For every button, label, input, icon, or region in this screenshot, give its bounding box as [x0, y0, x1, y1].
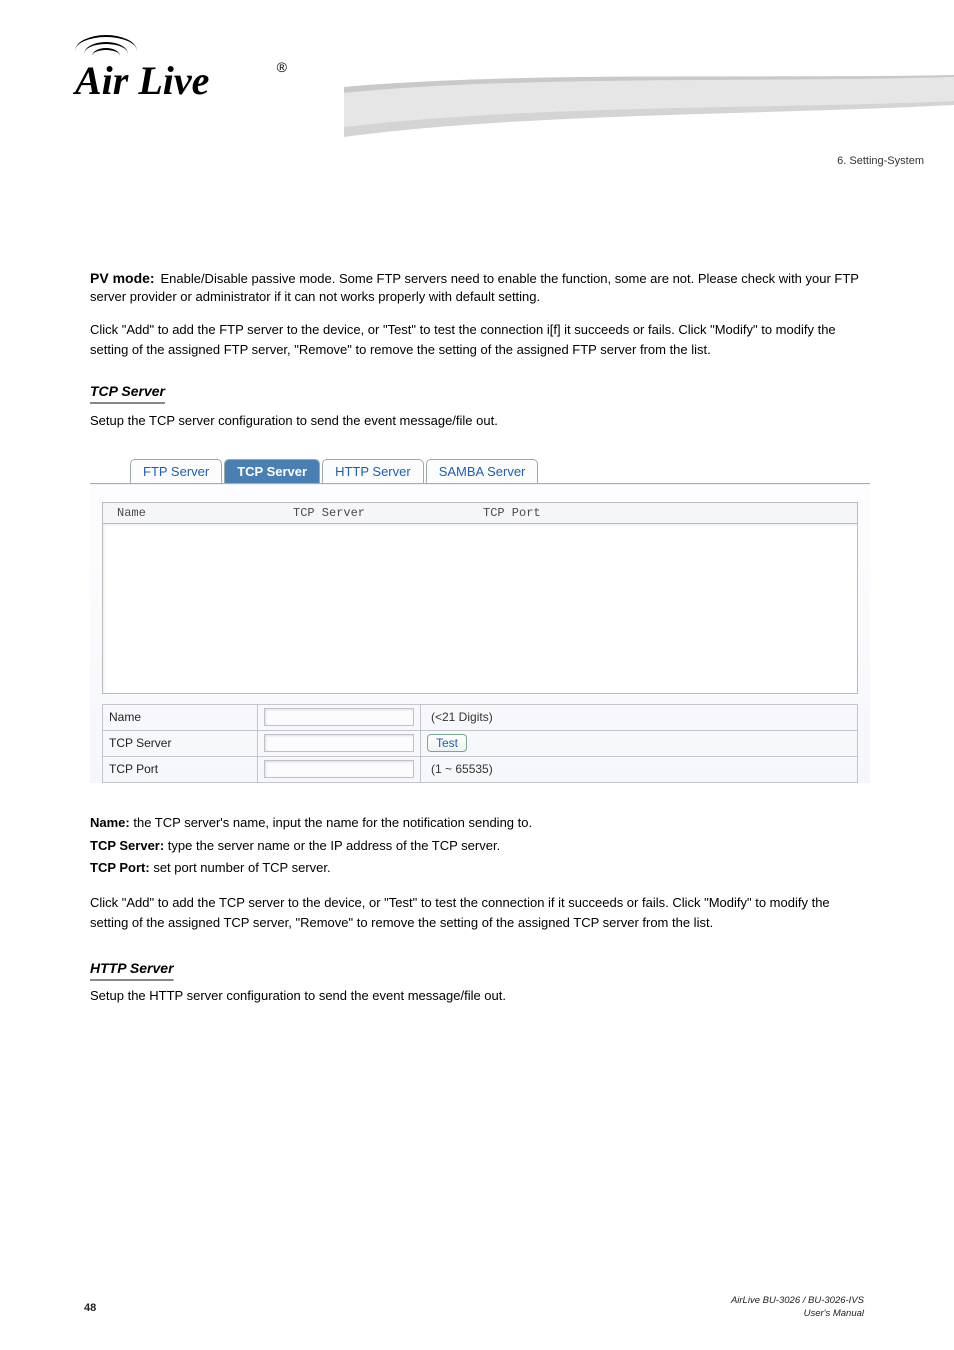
tcp-server-panel-screenshot: FTP Server TCP Server HTTP Server SAMBA …	[90, 459, 870, 783]
name-hint-cell: (<21 Digits)	[421, 704, 858, 730]
tcp-server-desc-label: TCP Server:	[90, 838, 164, 853]
tcp-server-label: TCP Server	[103, 730, 258, 756]
tcp-click-add-text: Click "Add" to add the TCP server to the…	[90, 893, 865, 932]
test-button[interactable]: Test	[427, 734, 467, 752]
tab-tcp-server[interactable]: TCP Server	[224, 459, 320, 483]
tcp-port-desc-label: TCP Port:	[90, 860, 150, 875]
tcp-server-heading: TCP Server	[90, 383, 865, 399]
tcp-port-desc: TCP Port: set port number of TCP server.	[90, 858, 865, 879]
name-desc-label: Name:	[90, 815, 130, 830]
tcp-port-value-cell	[258, 756, 421, 782]
name-input[interactable]	[264, 708, 414, 726]
tcp-server-action-cell: Test	[421, 730, 858, 756]
server-list-header: Name TCP Server TCP Port	[102, 502, 858, 524]
tab-ftp-server[interactable]: FTP Server	[130, 459, 222, 483]
http-server-heading: HTTP Server	[90, 960, 865, 976]
ftp-click-add-text: Click "Add" to add the FTP server to the…	[90, 320, 865, 359]
pv-mode-label: PV mode:	[90, 270, 155, 286]
http-setup-text: Setup the HTTP server configuration to s…	[90, 986, 865, 1006]
table-row: TCP Port (1 ~ 65535)	[103, 756, 858, 782]
tcp-server-value-cell	[258, 730, 421, 756]
pv-mode-desc: PV mode: Enable/Disable passive mode. So…	[90, 270, 865, 306]
footer-model-info: AirLive BU-3026 / BU-3026-IVS User's Man…	[731, 1295, 864, 1320]
col-tcp-port: TCP Port	[483, 506, 683, 520]
name-label: Name	[103, 704, 258, 730]
server-list-body[interactable]	[102, 524, 858, 694]
page-number: 48	[84, 1302, 96, 1314]
name-desc: Name: the TCP server's name, input the n…	[90, 813, 865, 834]
col-tcp-server: TCP Server	[293, 506, 483, 520]
page-header: Air Live ®	[0, 0, 954, 140]
tcp-port-hint: (1 ~ 65535)	[431, 762, 493, 776]
tcp-server-desc-text: type the server name or the IP address o…	[164, 838, 500, 853]
airlive-logo: Air Live ®	[75, 35, 275, 95]
name-hint: (<21 Digits)	[431, 710, 493, 724]
main-content: PV mode: Enable/Disable passive mode. So…	[90, 270, 865, 1006]
registered-icon: ®	[277, 59, 287, 75]
tcp-port-desc-text: set port number of TCP server.	[150, 860, 331, 875]
name-value-cell	[258, 704, 421, 730]
name-desc-text: the TCP server's name, input the name fo…	[130, 815, 532, 830]
table-row: TCP Server Test	[103, 730, 858, 756]
footer-model: AirLive BU-3026 / BU-3026-IVS	[731, 1295, 864, 1307]
tcp-server-input[interactable]	[264, 734, 414, 752]
pv-mode-text: Enable/Disable passive mode. Some FTP se…	[90, 271, 859, 304]
footer-manual: User's Manual	[731, 1308, 864, 1320]
chapter-heading: 6. Setting-System	[837, 155, 924, 167]
tcp-field-descriptions: Name: the TCP server's name, input the n…	[90, 813, 865, 879]
tcp-tab-panel: Name TCP Server TCP Port Name (<21 Digit…	[90, 483, 870, 783]
header-swoosh	[344, 75, 954, 145]
tcp-form-table: Name (<21 Digits) TCP Server Test	[102, 704, 858, 783]
tab-samba-server[interactable]: SAMBA Server	[426, 459, 539, 483]
tab-http-server[interactable]: HTTP Server	[322, 459, 424, 483]
tcp-server-desc: TCP Server: type the server name or the …	[90, 836, 865, 857]
server-tabs: FTP Server TCP Server HTTP Server SAMBA …	[130, 459, 870, 483]
logo-text: Air Live	[75, 58, 209, 103]
col-name: Name	[103, 506, 293, 520]
tcp-port-label: TCP Port	[103, 756, 258, 782]
tcp-port-input[interactable]	[264, 760, 414, 778]
tcp-setup-text: Setup the TCP server configuration to se…	[90, 411, 865, 431]
tcp-port-hint-cell: (1 ~ 65535)	[421, 756, 858, 782]
table-row: Name (<21 Digits)	[103, 704, 858, 730]
